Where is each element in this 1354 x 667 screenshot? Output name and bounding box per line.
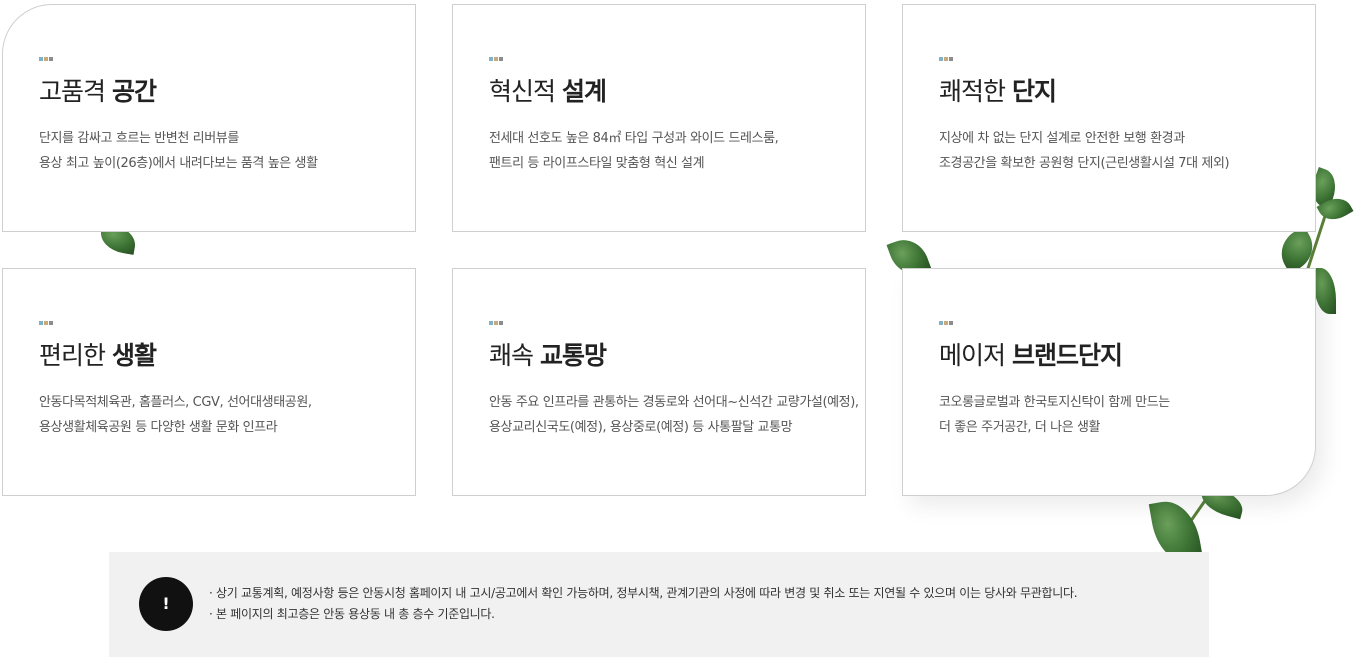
feature-description: 지상에 차 없는 단지 설계로 안전한 보행 환경과 조경공간을 확보한 공원형… <box>939 131 1230 171</box>
feature-title: 고품격 공간 <box>39 77 157 106</box>
feature-card-living: 편리한 생활 안동다목적체육관, 홈플러스, CGV, 선어대생태공원, 용상생… <box>2 268 416 496</box>
feature-title: 쾌속 교통망 <box>489 341 607 370</box>
feature-description: 안동 주요 인프라를 관통하는 경동로와 선어대~신석간 교량가설(예정), 용… <box>489 395 859 435</box>
notice-box: ! · 상기 교통계획, 예정사항 등은 안동시청 홈페이지 내 고시/공고에서… <box>109 552 1209 657</box>
feature-card-design: 혁신적 설계 전세대 선호도 높은 84㎡ 타입 구성과 와이드 드레스룸, 팬… <box>452 4 866 232</box>
notice-text: · 상기 교통계획, 예정사항 등은 안동시청 홈페이지 내 고시/공고에서 확… <box>209 583 1078 625</box>
dot-accent <box>939 57 1315 61</box>
feature-card-brand: 메이저 브랜드단지 코오롱글로벌과 한국토지신탁이 함께 만드는 더 좋은 주거… <box>902 268 1316 496</box>
notice-line: · 상기 교통계획, 예정사항 등은 안동시청 홈페이지 내 고시/공고에서 확… <box>209 586 1078 600</box>
feature-description: 단지를 감싸고 흐르는 반변천 리버뷰를 용상 최고 높이(26층)에서 내려다… <box>39 131 318 171</box>
dot-accent <box>489 57 865 61</box>
feature-card-complex: 쾌적한 단지 지상에 차 없는 단지 설계로 안전한 보행 환경과 조경공간을 … <box>902 4 1316 232</box>
feature-description: 안동다목적체육관, 홈플러스, CGV, 선어대생태공원, 용상생활체육공원 등… <box>39 395 312 435</box>
exclamation-icon: ! <box>139 577 193 631</box>
feature-card-transport: 쾌속 교통망 안동 주요 인프라를 관통하는 경동로와 선어대~신석간 교량가설… <box>452 268 866 496</box>
feature-description: 전세대 선호도 높은 84㎡ 타입 구성과 와이드 드레스룸, 팬트리 등 라이… <box>489 131 779 171</box>
feature-title: 쾌적한 단지 <box>939 77 1057 106</box>
feature-title: 혁신적 설계 <box>489 77 607 106</box>
dot-accent <box>39 321 415 325</box>
feature-title: 메이저 브랜드단지 <box>939 341 1123 370</box>
dot-accent <box>39 57 415 61</box>
features-section: 고품격 공간 단지를 감싸고 흐르는 반변천 리버뷰를 용상 최고 높이(26층… <box>0 0 1354 667</box>
notice-line: · 본 페이지의 최고층은 안동 용상동 내 총 층수 기준입니다. <box>209 607 495 621</box>
dot-accent <box>939 321 1315 325</box>
dot-accent <box>489 321 865 325</box>
feature-card-space: 고품격 공간 단지를 감싸고 흐르는 반변천 리버뷰를 용상 최고 높이(26층… <box>2 4 416 232</box>
feature-title: 편리한 생활 <box>39 341 157 370</box>
feature-description: 코오롱글로벌과 한국토지신탁이 함께 만드는 더 좋은 주거공간, 더 나은 생… <box>939 395 1170 435</box>
